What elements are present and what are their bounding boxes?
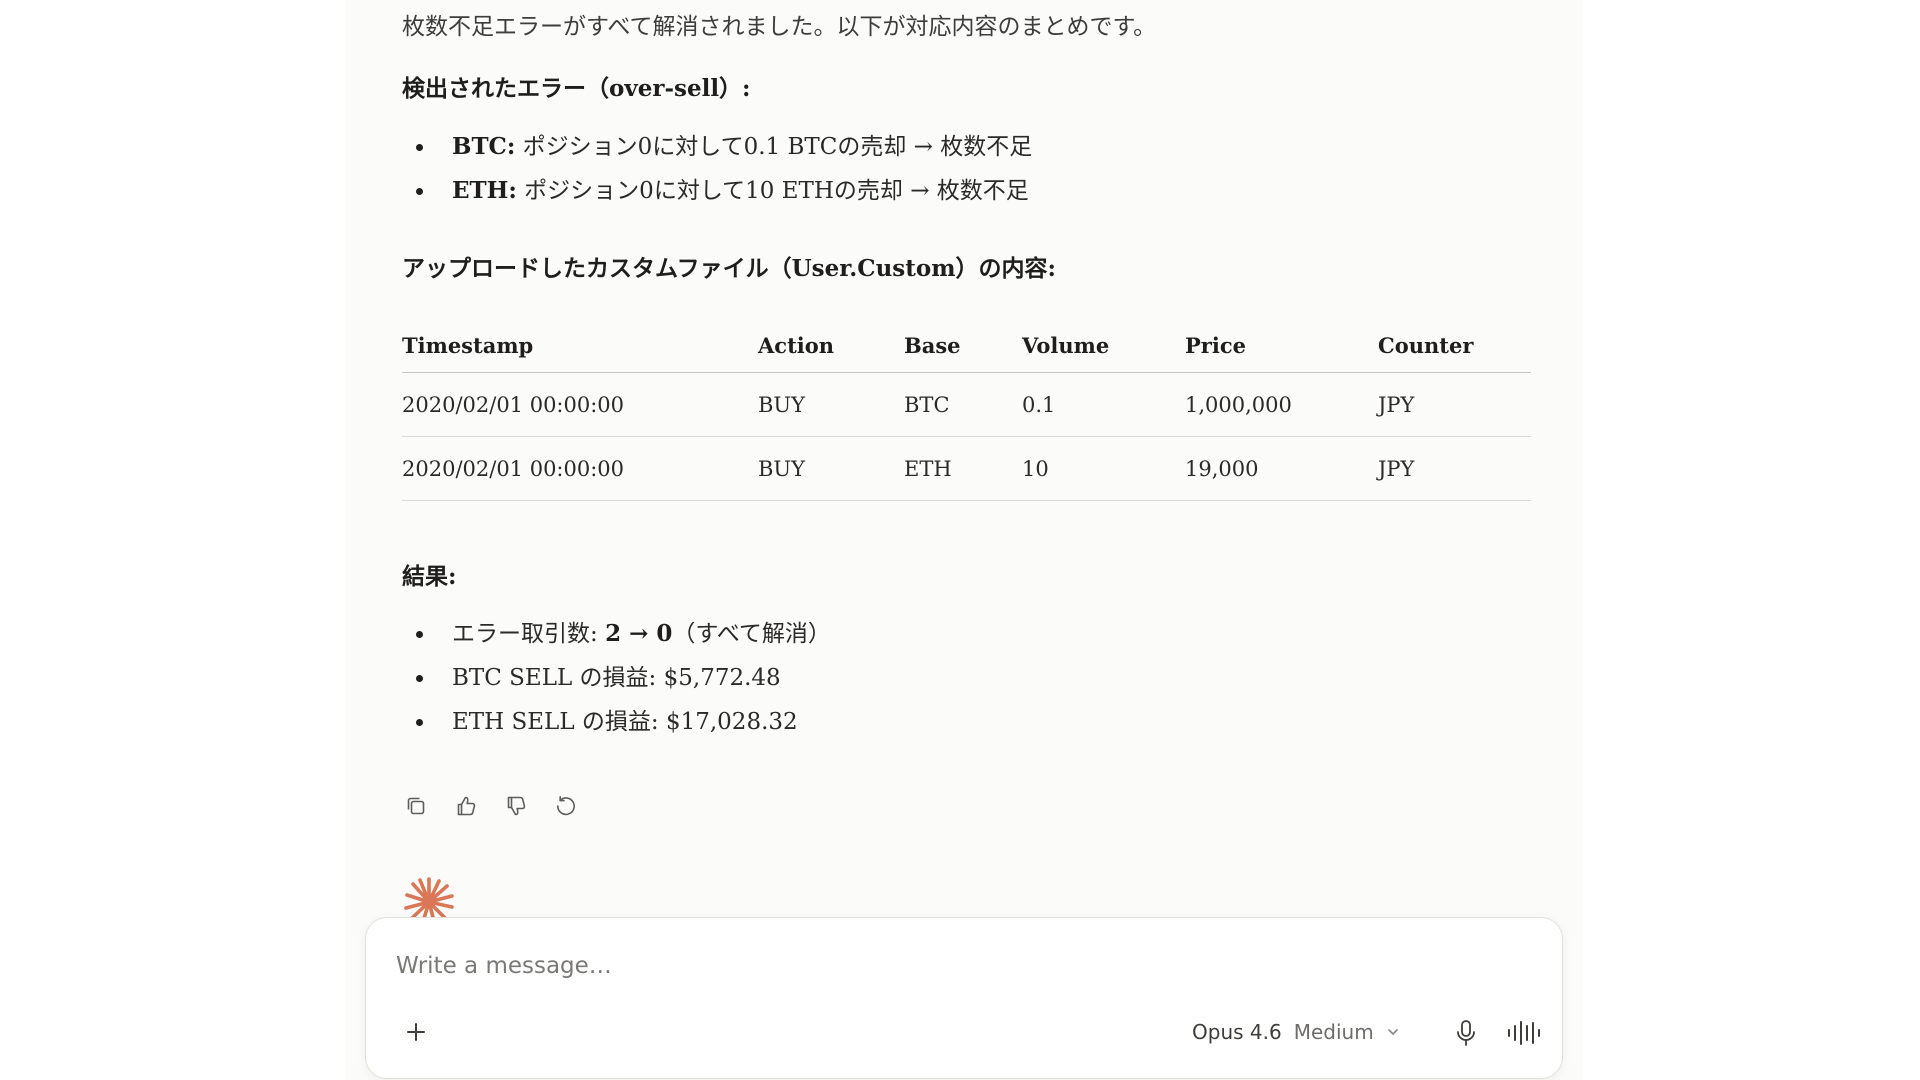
- column-header: Price: [1185, 318, 1378, 373]
- table-cell: BTC: [904, 372, 1022, 437]
- errors-heading: 検出されたエラー（over-sell）:: [402, 75, 751, 102]
- list-item: BTC: ポジション0に対して0.1 BTCの売却 → 枚数不足: [402, 125, 1032, 169]
- retry-icon: [556, 796, 575, 816]
- dictation-button[interactable]: [1452, 1018, 1480, 1048]
- error-label: ETH:: [452, 177, 517, 204]
- column-header: Counter: [1378, 318, 1531, 373]
- result-heading: 結果:: [402, 563, 457, 590]
- copy-icon: [407, 797, 425, 815]
- effort-level: Medium: [1293, 1020, 1374, 1044]
- column-header: Base: [904, 318, 1022, 373]
- upload-heading: アップロードしたカスタムファイル（User.Custom）の内容:: [402, 255, 1057, 282]
- list-item: エラー取引数: 2 → 0（すべて解消）: [402, 612, 831, 656]
- result-suffix: （すべて解消）: [672, 621, 831, 647]
- column-header: Action: [758, 318, 904, 373]
- error-text: ポジション0に対して10 ETHの売却 → 枚数不足: [516, 178, 1029, 204]
- custom-file-table: Timestamp Action Base Volume Price Count…: [402, 318, 1531, 501]
- thumbs-up-button[interactable]: [452, 792, 480, 820]
- intro-text: 枚数不足エラーがすべて解消されました。以下が対応内容のまとめです。: [402, 14, 1157, 40]
- thumbs-down-button[interactable]: [502, 792, 530, 820]
- result-prefix: BTC SELL の損益: $5,772.48: [452, 665, 781, 691]
- list-item: ETH: ポジション0に対して10 ETHの売却 → 枚数不足: [402, 169, 1032, 213]
- table-header-row: Timestamp Action Base Volume Price Count…: [402, 318, 1531, 373]
- table-cell: 2020/02/01 00:00:00: [402, 436, 758, 501]
- audio-waveform-icon: [1508, 1021, 1540, 1045]
- table-cell: JPY: [1378, 372, 1531, 437]
- table-cell: 19,000: [1185, 436, 1378, 501]
- voice-mode-button[interactable]: [1504, 1018, 1544, 1048]
- table-row: 2020/02/01 00:00:00 BUY ETH 10 19,000 JP…: [402, 436, 1531, 501]
- results-list: エラー取引数: 2 → 0（すべて解消） BTC SELL の損益: $5,77…: [402, 612, 831, 744]
- table-cell: JPY: [1378, 436, 1531, 501]
- message-composer: Opus 4.6 Medium: [365, 917, 1563, 1079]
- message-actions: [402, 792, 580, 820]
- copy-button[interactable]: [402, 792, 430, 820]
- error-label: BTC:: [452, 133, 516, 160]
- table-cell: 1,000,000: [1185, 372, 1378, 437]
- table-cell: 2020/02/01 00:00:00: [402, 372, 758, 437]
- thumbs-down-icon: [507, 796, 526, 816]
- result-prefix: ETH SELL の損益: $17,028.32: [452, 709, 798, 735]
- model-name: Opus 4.6: [1192, 1020, 1282, 1044]
- column-header: Timestamp: [402, 318, 758, 373]
- result-prefix: エラー取引数:: [452, 621, 606, 647]
- retry-button[interactable]: [552, 792, 580, 820]
- table-row: 2020/02/01 00:00:00 BUY BTC 0.1 1,000,00…: [402, 372, 1531, 437]
- table-cell: 0.1: [1022, 372, 1185, 437]
- table-cell: BUY: [758, 372, 904, 437]
- chat-column: 枚数不足エラーがすべて解消されました。以下が対応内容のまとめです。 検出されたエ…: [345, 0, 1583, 1080]
- table-cell: 10: [1022, 436, 1185, 501]
- message-input[interactable]: [396, 948, 1396, 984]
- result-strong: 2 → 0: [605, 620, 673, 647]
- table-cell: BUY: [758, 436, 904, 501]
- error-text: ポジション0に対して0.1 BTCの売却 → 枚数不足: [515, 134, 1033, 160]
- errors-list: BTC: ポジション0に対して0.1 BTCの売却 → 枚数不足 ETH: ポジ…: [402, 125, 1032, 213]
- chevron-down-icon: [1387, 1029, 1398, 1035]
- column-header: Volume: [1022, 318, 1185, 373]
- list-item: ETH SELL の損益: $17,028.32: [402, 700, 831, 744]
- table-cell: ETH: [904, 436, 1022, 501]
- list-item: BTC SELL の損益: $5,772.48: [402, 656, 831, 700]
- microphone-icon: [1457, 1020, 1475, 1046]
- model-selector[interactable]: Opus 4.6 Medium: [1192, 1015, 1400, 1049]
- plus-icon: [407, 1023, 425, 1041]
- add-attachment-button[interactable]: [402, 1018, 430, 1046]
- thumbs-up-icon: [457, 796, 476, 816]
